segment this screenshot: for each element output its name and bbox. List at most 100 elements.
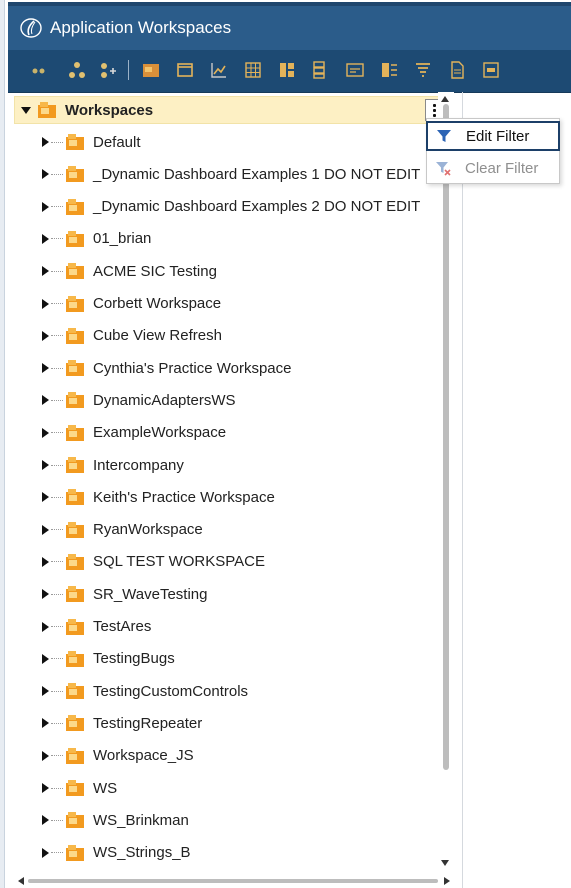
expand-arrow-icon[interactable] xyxy=(42,653,49,664)
workspace-folder-icon xyxy=(66,134,84,150)
toolbar-separator xyxy=(128,60,129,80)
tree-item[interactable]: SR_WaveTesting xyxy=(14,580,444,608)
tree-item[interactable]: TestingBugs xyxy=(14,645,444,673)
tree-connector xyxy=(51,690,63,692)
tree-item-label: WS_Strings_B xyxy=(93,844,191,862)
expand-arrow-icon[interactable] xyxy=(42,815,49,826)
component-icon[interactable] xyxy=(480,59,502,81)
expand-arrow-icon[interactable] xyxy=(42,137,49,147)
tree-item[interactable]: 01_brian xyxy=(14,225,444,253)
expand-arrow-icon[interactable] xyxy=(42,621,49,632)
grid-icon[interactable] xyxy=(242,59,264,81)
filter-icon[interactable] xyxy=(412,59,434,81)
tree-connector xyxy=(51,206,63,208)
tree-item[interactable]: _Dynamic Dashboard Examples 1 DO NOT EDI… xyxy=(14,160,444,188)
tree-item[interactable]: TestingRepeater xyxy=(14,709,444,737)
tree-item[interactable]: Cynthia's Practice Workspace xyxy=(14,354,444,382)
expand-arrow-icon[interactable] xyxy=(42,363,49,374)
tree-item[interactable]: DynamicAdaptersWS xyxy=(14,386,444,414)
expand-arrow-icon[interactable] xyxy=(42,169,49,180)
workspace-folder-icon xyxy=(66,747,84,764)
add-hierarchy-icon[interactable] xyxy=(96,59,118,81)
scroll-down-arrow-icon[interactable] xyxy=(441,860,449,866)
window-icon[interactable] xyxy=(174,59,196,81)
workspace-folder-icon xyxy=(66,553,84,570)
tree-item[interactable]: SQL TEST WORKSPACE xyxy=(14,548,444,576)
tree-item-label: DynamicAdaptersWS xyxy=(93,391,236,409)
clear-filter-menu-item[interactable]: Clear Filter xyxy=(427,153,559,183)
chart-icon[interactable] xyxy=(208,59,230,81)
tree-item[interactable]: ExampleWorkspace xyxy=(14,419,444,447)
tree-item[interactable]: Cube View Refresh xyxy=(14,322,444,350)
expand-arrow-icon[interactable] xyxy=(42,686,49,697)
scroll-up-arrow-icon[interactable] xyxy=(441,96,449,102)
filter-context-menu: Edit Filter Clear Filter xyxy=(426,118,560,184)
edit-filter-menu-item[interactable]: Edit Filter xyxy=(426,121,560,151)
expand-arrow-icon[interactable] xyxy=(42,589,49,600)
document-icon[interactable] xyxy=(446,59,468,81)
tree-item[interactable]: RyanWorkspace xyxy=(14,516,444,544)
tree-item-label: RyanWorkspace xyxy=(93,521,203,539)
expand-arrow-icon[interactable] xyxy=(42,718,49,729)
list-icon[interactable] xyxy=(308,59,330,81)
tree-item[interactable]: WS_Strings_B xyxy=(14,839,444,867)
clear-filter-icon xyxy=(436,162,451,176)
left-edge-strip xyxy=(0,0,5,888)
workspace-folder-icon xyxy=(66,650,84,667)
expand-arrow-icon[interactable] xyxy=(42,330,49,341)
tree-item[interactable]: ACME SIC Testing xyxy=(14,257,444,285)
tree-item[interactable]: _Dynamic Dashboard Examples 2 DO NOT EDI… xyxy=(14,193,444,221)
scroll-left-arrow-icon[interactable] xyxy=(18,877,24,885)
dots-icon[interactable] xyxy=(28,59,50,81)
workspace-icon[interactable] xyxy=(140,59,162,81)
tree-item[interactable]: Workspace_JS xyxy=(14,742,444,770)
scroll-right-arrow-icon[interactable] xyxy=(444,877,450,885)
tree-item-label: ExampleWorkspace xyxy=(93,424,227,442)
workspace-folder-icon xyxy=(66,812,84,829)
tree-connector xyxy=(51,561,63,563)
expand-arrow-icon[interactable] xyxy=(42,427,49,438)
form-icon[interactable] xyxy=(344,59,366,81)
tree-item-label: Cynthia's Practice Workspace xyxy=(93,359,292,377)
expand-arrow-icon[interactable] xyxy=(42,201,49,212)
hierarchy-icon[interactable] xyxy=(66,59,88,81)
vertical-scrollbar[interactable] xyxy=(438,92,454,872)
expand-arrow-icon[interactable] xyxy=(42,298,49,309)
tree-item[interactable]: Keith's Practice Workspace xyxy=(14,483,444,511)
workspace-folder-icon xyxy=(66,780,84,796)
tree-connector xyxy=(51,722,63,724)
tree-item[interactable]: WS_Brinkman xyxy=(14,806,444,834)
expand-arrow-icon[interactable] xyxy=(42,524,49,535)
collapse-arrow-icon[interactable] xyxy=(21,106,31,114)
horizontal-scrollbar[interactable] xyxy=(14,874,454,888)
expand-arrow-icon[interactable] xyxy=(42,783,49,793)
split-icon[interactable] xyxy=(378,59,400,81)
expand-arrow-icon[interactable] xyxy=(42,266,49,277)
panel-icon[interactable] xyxy=(276,59,298,81)
expand-arrow-icon[interactable] xyxy=(42,750,49,761)
expand-arrow-icon[interactable] xyxy=(42,847,49,858)
tree-root-workspaces[interactable]: Workspaces xyxy=(14,96,444,124)
expand-arrow-icon[interactable] xyxy=(42,395,49,406)
tree-item[interactable]: Intercompany xyxy=(14,451,444,479)
tree-item[interactable]: TestingCustomControls xyxy=(14,677,444,705)
tree-item-label: TestingBugs xyxy=(93,650,175,668)
expand-arrow-icon[interactable] xyxy=(42,492,49,503)
tree-item[interactable]: WS xyxy=(14,774,444,802)
expand-arrow-icon[interactable] xyxy=(42,460,49,470)
horizontal-scroll-thumb[interactable] xyxy=(28,879,438,883)
tree-item-label: Cube View Refresh xyxy=(93,327,222,345)
workspace-folder-icon xyxy=(66,230,84,247)
tree-connector xyxy=(51,238,63,240)
tree-item-label: _Dynamic Dashboard Examples 1 DO NOT EDI… xyxy=(93,165,421,183)
expand-arrow-icon[interactable] xyxy=(42,233,49,244)
scroll-thumb[interactable] xyxy=(443,104,449,770)
tree-item[interactable]: Corbett Workspace xyxy=(14,290,444,318)
tree-item[interactable]: Default xyxy=(14,128,444,156)
workspace-folder-icon xyxy=(66,844,84,861)
workspace-folder-icon xyxy=(66,392,84,409)
workspace-folder-icon xyxy=(66,521,84,538)
workspace-folder-icon xyxy=(66,489,84,506)
expand-arrow-icon[interactable] xyxy=(42,556,49,567)
tree-item[interactable]: TestAres xyxy=(14,613,444,641)
